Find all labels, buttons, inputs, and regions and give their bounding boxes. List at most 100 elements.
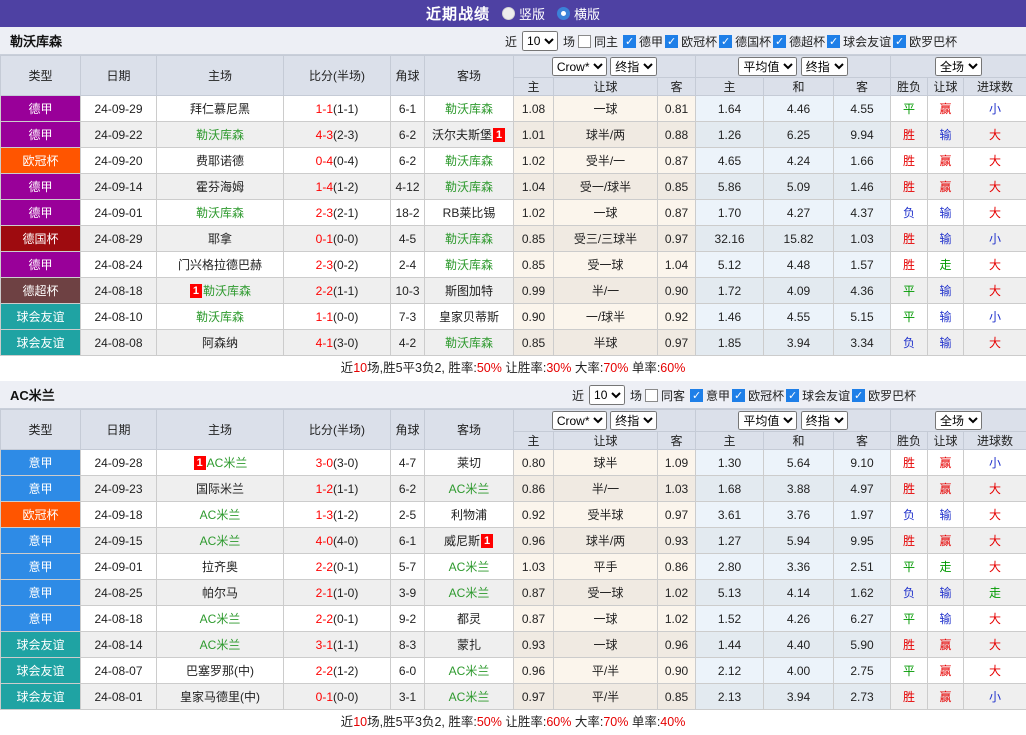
home-team-cell: 拜仁慕尼黑 [157,96,284,122]
league-type-cell: 欧冠杯 [1,148,81,174]
col-handicap-result: 让球 [928,78,964,96]
goals-result-cell: 大 [964,632,1026,658]
checkbox-checked-icon[interactable]: ✓ [786,389,799,402]
corner-cell: 18-2 [391,200,425,226]
goals-result-cell: 小 [964,450,1026,476]
league-filter-checkbox[interactable]: ✓欧罗巴杯 [852,387,916,404]
recent-count-select[interactable]: 10 [589,385,625,405]
avg-draw-cell: 15.82 [764,226,834,252]
avg-draw-cell: 4.46 [764,96,834,122]
radio-selected-icon[interactable] [557,7,570,20]
summary-text: 单率: [628,715,660,729]
odds-home-cell: 0.96 [514,658,554,684]
odds-source-select[interactable]: Crow* [552,411,607,430]
same-venue-checkbox[interactable]: 同主 [578,33,618,50]
avg-home-cell: 1.70 [696,200,764,226]
league-filter-checkbox[interactable]: ✓德超杯 [773,33,825,50]
checkbox-checked-icon[interactable]: ✓ [852,389,865,402]
avg-home-cell: 1.72 [696,278,764,304]
result-cell: 胜 [891,122,928,148]
team-label: 勒沃库森 [196,310,244,324]
same-venue-label: 同主 [594,33,618,50]
team-label: 勒沃库森 [445,232,493,246]
league-filter-checkbox[interactable]: ✓意甲 [690,387,730,404]
match-row: 意甲24-08-18AC米兰2-2(0-1)9-2都灵0.87一球1.021.5… [1,606,1026,632]
avg-stage-select[interactable]: 终指 [801,57,848,76]
odds-source-select[interactable]: Crow* [552,57,607,76]
league-filter-checkbox[interactable]: ✓欧罗巴杯 [893,33,957,50]
league-filter-checkbox[interactable]: ✓球会友谊 [786,387,850,404]
col-avg-home: 主 [696,78,764,96]
odds-stage-select[interactable]: 终指 [610,411,657,430]
away-team-cell: 都灵 [425,606,514,632]
scope-select-group: 全场 [891,410,1026,432]
avg-away-cell: 9.94 [834,122,891,148]
league-type-cell: 意甲 [1,580,81,606]
odds-handicap-cell: 一/球半 [554,304,658,330]
scope-select[interactable]: 全场 [935,57,982,76]
checkbox-checked-icon[interactable]: ✓ [623,35,636,48]
summary-text: 大率: [571,715,603,729]
checkbox-unchecked-icon[interactable] [645,389,658,402]
league-filter-checkbox[interactable]: ✓德国杯 [719,33,771,50]
team-label: 拉齐奥 [202,560,238,574]
summary-text: 让胜率: [502,361,546,375]
layout-radio-vertical[interactable]: 竖版 [502,4,545,23]
goals-result-cell: 小 [964,226,1026,252]
league-filter-label: 欧冠杯 [748,387,784,404]
summary-text: 70% [603,361,628,375]
scope-select[interactable]: 全场 [935,411,982,430]
checkbox-checked-icon[interactable]: ✓ [665,35,678,48]
checkbox-checked-icon[interactable]: ✓ [732,389,745,402]
same-venue-checkbox[interactable]: 同客 [645,387,685,404]
league-filter-checkbox[interactable]: ✓欧冠杯 [665,33,717,50]
col-odds-home: 主 [514,78,554,96]
summary-text: 近 [341,361,354,375]
avg-away-cell: 9.10 [834,450,891,476]
checkbox-unchecked-icon[interactable] [578,35,591,48]
checkbox-checked-icon[interactable]: ✓ [893,35,906,48]
col-away: 客场 [425,410,514,450]
result-cell: 胜 [891,226,928,252]
goals-result-cell: 大 [964,174,1026,200]
team-label: 勒沃库森 [203,284,251,298]
checkbox-checked-icon[interactable]: ✓ [827,35,840,48]
corner-cell: 7-3 [391,304,425,330]
col-avg-away: 客 [834,78,891,96]
avg-source-select[interactable]: 平均值 [738,411,797,430]
home-team-cell: 1AC米兰 [157,450,284,476]
odds-away-cell: 0.88 [658,122,696,148]
radio-unselected-icon[interactable] [502,7,515,20]
result-cell: 胜 [891,684,928,710]
avg-away-cell: 4.36 [834,278,891,304]
checkbox-checked-icon[interactable]: ✓ [719,35,732,48]
odds-handicap-cell: 球半/两 [554,122,658,148]
league-filter-label: 球会友谊 [843,33,891,50]
avg-source-select[interactable]: 平均值 [738,57,797,76]
checkbox-checked-icon[interactable]: ✓ [773,35,786,48]
avg-draw-cell: 3.94 [764,684,834,710]
odds-handicap-cell: 受一球 [554,580,658,606]
handicap-result-cell: 输 [928,330,964,356]
away-team-cell: AC米兰 [425,580,514,606]
summary-text: 40% [660,715,685,729]
odds-home-cell: 1.04 [514,174,554,200]
summary-text: 10 [353,715,367,729]
odds-stage-select[interactable]: 终指 [610,57,657,76]
team-label: 巴塞罗那(中) [186,664,254,678]
odds-handicap-cell: 半/一 [554,278,658,304]
recent-count-select[interactable]: 10 [522,31,558,51]
team-label: AC米兰 [449,482,490,496]
league-filter-checkbox[interactable]: ✓德甲 [623,33,663,50]
home-team-cell: AC米兰 [157,606,284,632]
checkbox-checked-icon[interactable]: ✓ [690,389,703,402]
league-filter-checkbox[interactable]: ✓球会友谊 [827,33,891,50]
match-row: 球会友谊24-08-01皇家马德里(中)0-1(0-0)3-1AC米兰0.97平… [1,684,1026,710]
layout-radio-horizontal[interactable]: 横版 [557,4,600,23]
avg-stage-select[interactable]: 终指 [801,411,848,430]
league-filter-checkbox[interactable]: ✓欧冠杯 [732,387,784,404]
team-label: 门兴格拉德巴赫 [178,258,262,272]
handicap-result-cell: 输 [928,502,964,528]
goals-result-cell: 大 [964,528,1026,554]
odds-away-cell: 0.86 [658,554,696,580]
